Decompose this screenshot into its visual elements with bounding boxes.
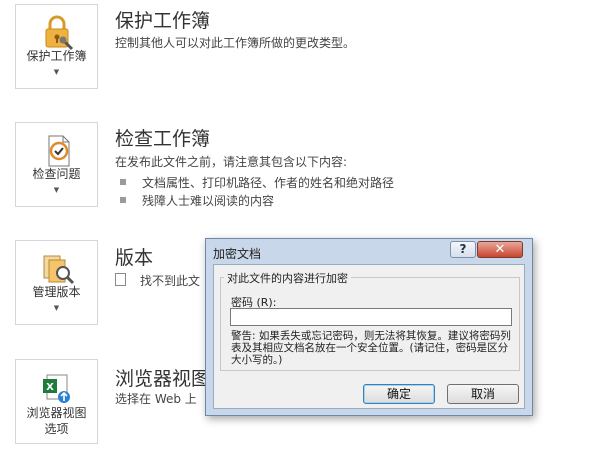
bullet-square-icon bbox=[120, 197, 126, 203]
password-warning-text: 警告: 如果丢失或忘记密码，则无法将其恢复。建议将密码列表及其相应文档名放在一个… bbox=[231, 330, 511, 366]
chevron-down-icon: ▼ bbox=[53, 68, 60, 76]
manage-versions-icon bbox=[43, 255, 75, 285]
protect-workbook-description: 控制其他人可以对此工作簿所做的更改类型。 bbox=[115, 36, 356, 50]
check-for-issues-button[interactable]: 检查问题 ▼ bbox=[15, 122, 98, 207]
bullet-square-icon bbox=[120, 179, 126, 185]
versions-title: 版本 bbox=[115, 247, 154, 269]
versions-description: 找不到此文 bbox=[115, 272, 200, 289]
browser-view-tile-label-line1: 浏览器视图 bbox=[26, 406, 87, 420]
document-icon bbox=[115, 273, 126, 286]
close-button[interactable]: ✕ bbox=[477, 241, 523, 258]
list-item-text: 残障人士难以阅读的内容 bbox=[142, 194, 275, 208]
browser-view-tile-label-line2: 选项 bbox=[44, 422, 69, 436]
protect-workbook-button[interactable]: 保护工作簿 ▼ bbox=[15, 4, 98, 89]
list-item-text: 文档属性、打印机路径、作者的姓名和绝对路径 bbox=[142, 176, 395, 190]
help-button[interactable]: ? bbox=[450, 241, 476, 258]
inspect-workbook-title: 检查工作簿 bbox=[115, 128, 211, 150]
inspect-document-icon bbox=[48, 135, 70, 167]
encrypt-group-label: 对此文件的内容进行加密 bbox=[224, 270, 351, 286]
lock-key-icon bbox=[45, 15, 74, 51]
dialog-body: 对此文件的内容进行加密 密码 (R): 警告: 如果丢失或忘记密码，则无法将其恢… bbox=[213, 264, 525, 409]
excel-browser-icon: X bbox=[43, 374, 70, 403]
browser-view-options-button[interactable]: X 浏览器视图 选项 bbox=[15, 359, 98, 444]
password-input[interactable] bbox=[230, 308, 512, 326]
list-item: 文档属性、打印机路径、作者的姓名和绝对路径 bbox=[120, 174, 394, 191]
svg-text:X: X bbox=[46, 382, 54, 393]
check-for-issues-tile-label: 检查问题 bbox=[32, 167, 81, 181]
cancel-button[interactable]: 取消 bbox=[447, 384, 519, 404]
encrypt-document-dialog: 加密文档 ? ✕ 对此文件的内容进行加密 密码 (R): 警告: 如果丢失或忘记… bbox=[205, 238, 533, 416]
chevron-down-icon: ▼ bbox=[53, 304, 60, 312]
manage-versions-tile-label: 管理版本 bbox=[32, 285, 81, 299]
protect-workbook-title: 保护工作簿 bbox=[115, 10, 211, 32]
list-item: 残障人士难以阅读的内容 bbox=[120, 192, 274, 209]
protect-workbook-tile-label: 保护工作簿 bbox=[26, 49, 87, 63]
versions-description-text: 找不到此文 bbox=[140, 274, 201, 288]
chevron-down-icon: ▼ bbox=[53, 186, 60, 194]
manage-versions-button[interactable]: 管理版本 ▼ bbox=[15, 240, 98, 325]
dialog-title: 加密文档 bbox=[213, 247, 262, 261]
inspect-workbook-description: 在发布此文件之前，请注意其包含以下内容: bbox=[115, 155, 348, 169]
browser-view-description: 选择在 Web 上 bbox=[115, 392, 197, 406]
browser-view-title: 浏览器视图 bbox=[115, 368, 211, 390]
ok-button[interactable]: 确定 bbox=[363, 384, 435, 404]
